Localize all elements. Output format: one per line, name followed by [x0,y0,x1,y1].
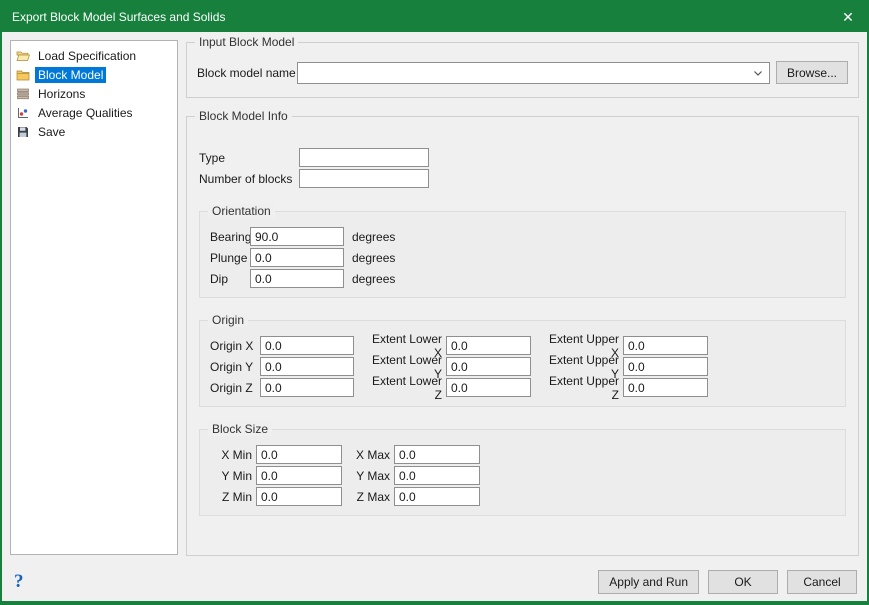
group-title: Input Block Model [195,35,298,49]
plunge-units: degrees [352,251,395,265]
x-max-label: X Max [350,448,390,462]
sidebar-item-label: Load Specification [35,48,139,64]
plunge-label: Plunge [210,251,250,265]
block-size-group: Block Size X Min X Max Y Min Y Max [199,429,846,516]
extent-lower-y-input[interactable] [446,357,531,376]
chevron-down-icon [753,66,763,80]
sidebar-item-label: Average Qualities [35,105,136,121]
group-title: Orientation [208,204,275,218]
extent-upper-x-input[interactable] [623,336,708,355]
group-title: Origin [208,313,248,327]
sidebar-item-load-specification[interactable]: Load Specification [14,46,174,65]
sidebar-item-label: Save [35,124,68,140]
group-title: Block Model Info [195,109,292,123]
ok-button[interactable]: OK [708,570,778,594]
export-block-model-dialog: Export Block Model Surfaces and Solids ✕… [0,0,869,605]
window-title: Export Block Model Surfaces and Solids [12,10,833,24]
block-model-name-combobox[interactable] [297,62,770,84]
folder-open-icon [16,49,30,63]
apply-and-run-button[interactable]: Apply and Run [598,570,699,594]
block-model-info-group: Block Model Info Type Number of blocks O… [186,116,859,556]
y-min-label: Y Min [210,469,252,483]
sidebar-item-block-model[interactable]: Block Model [14,65,174,84]
origin-z-input[interactable] [260,378,354,397]
origin-z-label: Origin Z [210,381,260,395]
main-panel: Input Block Model Block model name Brows… [186,40,859,555]
origin-y-label: Origin Y [210,360,260,374]
y-max-label: Y Max [350,469,390,483]
number-of-blocks-label: Number of blocks [199,172,299,186]
origin-x-input[interactable] [260,336,354,355]
dip-label: Dip [210,272,250,286]
extent-upper-z-input[interactable] [623,378,708,397]
y-max-input[interactable] [394,466,480,485]
x-max-input[interactable] [394,445,480,464]
layers-icon [16,87,30,101]
sidebar-item-label: Horizons [35,86,88,102]
bearing-units: degrees [352,230,395,244]
sidebar-item-label: Block Model [35,67,106,83]
x-min-input[interactable] [256,445,342,464]
z-min-input[interactable] [256,487,342,506]
origin-group: Origin Origin X Extent Lower X Extent Up… [199,320,846,407]
folder-icon [16,68,30,82]
bearing-input[interactable] [250,227,344,246]
extent-upper-z-label: Extent Upper Z [539,374,619,402]
extent-lower-z-input[interactable] [446,378,531,397]
sidebar-tree: Load Specification Block Model [10,40,178,555]
extent-lower-x-input[interactable] [446,336,531,355]
z-max-label: Z Max [350,490,390,504]
group-title: Block Size [208,422,272,436]
type-label: Type [199,151,299,165]
cancel-button[interactable]: Cancel [787,570,857,594]
extent-upper-y-input[interactable] [623,357,708,376]
sidebar-item-save[interactable]: Save [14,122,174,141]
close-icon[interactable]: ✕ [833,2,863,32]
y-min-input[interactable] [256,466,342,485]
type-field[interactable] [299,148,429,167]
dip-units: degrees [352,272,395,286]
origin-x-label: Origin X [210,339,260,353]
sidebar-item-horizons[interactable]: Horizons [14,84,174,103]
sidebar-item-average-qualities[interactable]: Average Qualities [14,103,174,122]
z-max-input[interactable] [394,487,480,506]
block-model-name-label: Block model name [197,66,297,80]
help-icon[interactable]: ? [14,571,24,593]
browse-button[interactable]: Browse... [776,61,848,84]
input-block-model-group: Input Block Model Block model name Brows… [186,42,859,98]
orientation-group: Orientation Bearing degrees Plunge degre… [199,211,846,298]
footer-bar: ? Apply and Run OK Cancel [2,563,867,601]
number-of-blocks-field[interactable] [299,169,429,188]
plunge-input[interactable] [250,248,344,267]
titlebar: Export Block Model Surfaces and Solids ✕ [2,2,867,32]
x-min-label: X Min [210,448,252,462]
dialog-body: Load Specification Block Model [2,32,867,563]
origin-y-input[interactable] [260,357,354,376]
extent-lower-z-label: Extent Lower Z [362,374,442,402]
bearing-label: Bearing [210,230,250,244]
save-icon [16,125,30,139]
z-min-label: Z Min [210,490,252,504]
dip-input[interactable] [250,269,344,288]
scatter-chart-icon [16,106,30,120]
